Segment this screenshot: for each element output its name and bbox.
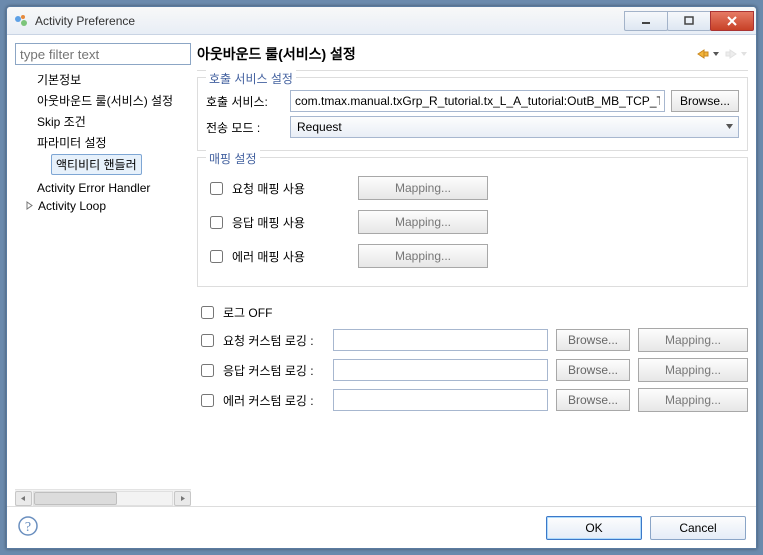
chevron-right-icon[interactable]: [25, 199, 34, 213]
service-group: 호출 서비스 설정 호출 서비스: Browse... 전송 모드 : Requ…: [197, 77, 748, 151]
titlebar[interactable]: Activity Preference: [7, 7, 756, 35]
browse-button[interactable]: Browse...: [671, 90, 739, 112]
nav-tree[interactable]: 기본정보 아웃바운드 룰(서비스) 설정 Skip 조건 파라미터 설정 액티비…: [15, 65, 191, 489]
scroll-right-button[interactable]: [174, 491, 191, 506]
right-pane: 아웃바운드 룰(서비스) 설정 호출 서비스 설정 호출 서비스:: [197, 43, 748, 506]
window-title: Activity Preference: [35, 14, 625, 28]
logging-block: 로그 OFF 요청 커스텀 로깅 : Browse... Mapping... …: [197, 295, 748, 418]
minimize-button[interactable]: [624, 11, 668, 31]
horizontal-scrollbar[interactable]: [15, 489, 191, 506]
mapping-group: 매핑 설정 요청 매핑 사용 Mapping... 응답 매핑 사용 Mappi…: [197, 157, 748, 287]
maximize-button[interactable]: [667, 11, 711, 31]
log-label: 에러 커스텀 로깅 :: [223, 392, 314, 409]
mapping-button[interactable]: Mapping...: [638, 388, 748, 412]
tree-item[interactable]: Activity Loop: [15, 197, 191, 215]
ok-button[interactable]: OK: [546, 516, 642, 540]
check-label: 로그 OFF: [223, 304, 343, 321]
response-logging-input[interactable]: [333, 359, 548, 381]
mode-value: Request: [297, 120, 342, 134]
mapping-button[interactable]: Mapping...: [638, 328, 748, 352]
service-input[interactable]: [290, 90, 665, 112]
back-button[interactable]: [696, 47, 720, 61]
check-label: 요청 매핑 사용: [232, 180, 352, 197]
app-icon: [13, 13, 29, 29]
mapping-button[interactable]: Mapping...: [638, 358, 748, 382]
check-label: 에러 매핑 사용: [232, 248, 352, 265]
tree-item[interactable]: Activity Error Handler: [15, 179, 191, 197]
scroll-left-button[interactable]: [15, 491, 32, 506]
group-legend: 매핑 설정: [206, 150, 260, 167]
mapping-button[interactable]: Mapping...: [358, 210, 488, 234]
browse-button[interactable]: Browse...: [556, 329, 630, 351]
window-buttons: [625, 11, 754, 31]
tree-item[interactable]: Skip 조건: [15, 111, 191, 132]
check-label: 응답 매핑 사용: [232, 214, 352, 231]
page-title: 아웃바운드 룰(서비스) 설정: [197, 44, 696, 64]
page-header: 아웃바운드 룰(서비스) 설정: [197, 43, 748, 71]
dialog-footer: ? OK Cancel: [7, 506, 756, 548]
request-logging-input[interactable]: [333, 329, 548, 351]
left-pane: 기본정보 아웃바운드 룰(서비스) 설정 Skip 조건 파라미터 설정 액티비…: [15, 43, 191, 506]
filter-input[interactable]: [15, 43, 191, 65]
forward-button[interactable]: [724, 47, 748, 61]
mode-label: 전송 모드 :: [206, 119, 284, 136]
log-label: 요청 커스텀 로깅 :: [223, 332, 314, 349]
browse-button[interactable]: Browse...: [556, 359, 630, 381]
error-logging-input[interactable]: [333, 389, 548, 411]
tree-item-selected[interactable]: 액티비티 핸들러: [51, 154, 142, 175]
close-button[interactable]: [710, 11, 754, 31]
tree-item-label: Activity Loop: [38, 199, 106, 213]
log-label: 응답 커스텀 로깅 :: [223, 362, 314, 379]
scroll-track[interactable]: [33, 491, 173, 506]
response-logging-checkbox[interactable]: [201, 364, 214, 377]
dialog-window: Activity Preference 기본정보 아웃바운드 룰(서비스) 설정…: [6, 6, 757, 549]
tree-item[interactable]: 아웃바운드 룰(서비스) 설정: [15, 90, 191, 111]
response-mapping-checkbox[interactable]: [210, 216, 223, 229]
browse-button[interactable]: Browse...: [556, 389, 630, 411]
group-legend: 호출 서비스 설정: [206, 70, 296, 87]
tree-item[interactable]: 기본정보: [15, 69, 191, 90]
request-mapping-checkbox[interactable]: [210, 182, 223, 195]
mapping-button[interactable]: Mapping...: [358, 244, 488, 268]
svg-text:?: ?: [25, 520, 31, 535]
help-button[interactable]: ?: [17, 515, 39, 540]
error-logging-checkbox[interactable]: [201, 394, 214, 407]
scroll-thumb[interactable]: [34, 492, 117, 505]
log-off-checkbox[interactable]: [201, 306, 214, 319]
error-mapping-checkbox[interactable]: [210, 250, 223, 263]
tree-item[interactable]: 파라미터 설정: [15, 132, 191, 153]
service-label: 호출 서비스:: [206, 93, 284, 110]
mapping-button[interactable]: Mapping...: [358, 176, 488, 200]
chevron-down-icon: [725, 120, 734, 134]
mode-select[interactable]: Request: [290, 116, 739, 138]
request-logging-checkbox[interactable]: [201, 334, 214, 347]
cancel-button[interactable]: Cancel: [650, 516, 746, 540]
